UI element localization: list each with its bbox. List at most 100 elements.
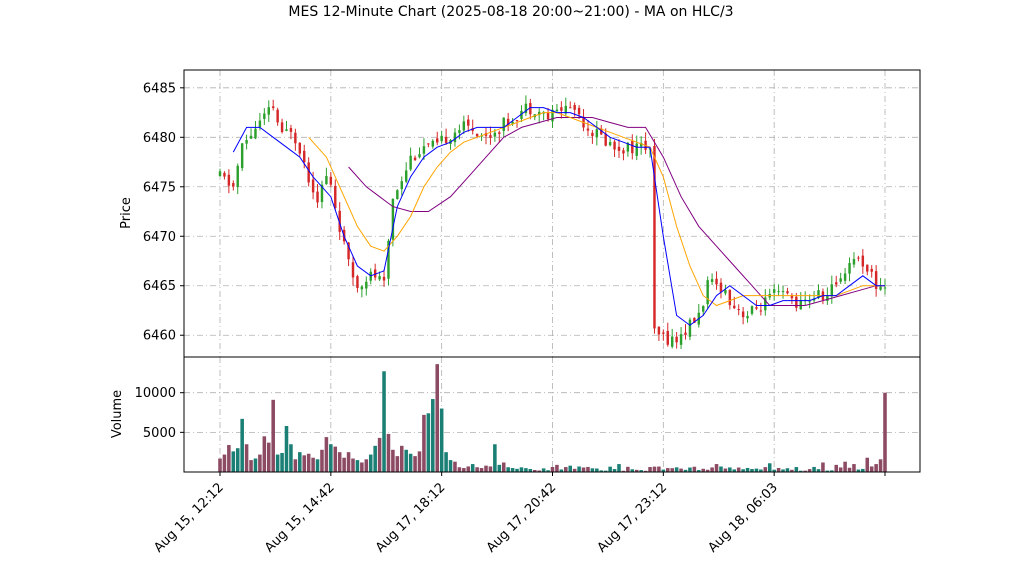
volume-bar — [838, 467, 843, 472]
price-tick-label: 6470 — [143, 230, 176, 245]
volume-bar — [497, 464, 502, 472]
volume-bar — [626, 466, 630, 472]
candle-body — [422, 146, 426, 154]
volume-bar — [617, 464, 621, 472]
volume-bar — [364, 459, 369, 472]
volume-bar — [843, 461, 847, 472]
volume-bar — [329, 444, 333, 472]
candle-body — [311, 179, 315, 193]
candle-body — [263, 113, 266, 119]
candle-body — [586, 128, 590, 131]
candle-body — [245, 140, 248, 144]
candle-body — [839, 278, 842, 282]
volume-bar — [590, 468, 595, 472]
volume-bar — [745, 467, 750, 472]
candle-body — [702, 306, 705, 312]
volume-bar — [435, 364, 440, 472]
candle-body — [254, 128, 257, 139]
volume-bar — [652, 466, 657, 472]
volume-bar — [577, 466, 581, 472]
candle-body — [227, 174, 231, 186]
candle-body — [489, 135, 492, 138]
candle-body — [595, 129, 599, 138]
volume-bar — [426, 413, 431, 472]
candle-body — [835, 282, 838, 285]
volume-bar — [488, 466, 493, 472]
candle-body — [737, 309, 740, 311]
volume-bar — [293, 459, 298, 472]
candle-body — [684, 332, 687, 336]
price-tick-label: 6465 — [143, 279, 176, 294]
candle-body — [759, 310, 763, 312]
price-tick-label: 6480 — [143, 131, 176, 146]
volume-bar — [404, 449, 408, 472]
volume-bar — [240, 418, 244, 472]
candle-body — [883, 287, 887, 289]
volume-bar — [550, 466, 555, 472]
candle-body — [577, 107, 581, 115]
candle-body — [706, 280, 709, 305]
candle-body — [413, 157, 417, 161]
candle-body — [232, 183, 235, 187]
candle-body — [719, 282, 723, 293]
candle-body — [298, 142, 302, 154]
candle-body — [285, 129, 288, 131]
candle-body — [617, 146, 621, 151]
candle-body — [688, 319, 692, 337]
volume-bar — [555, 464, 559, 472]
volume-bar — [785, 468, 790, 472]
volume-bar — [399, 445, 404, 472]
candle-body — [453, 132, 457, 143]
time-tick-label: Aug 15, 12:12 — [151, 480, 227, 556]
volume-grid — [184, 357, 920, 472]
time-tick-label: Aug 18, 06:03 — [705, 480, 781, 556]
volume-bar — [466, 466, 471, 472]
volume-bar — [266, 442, 271, 472]
candle-body — [560, 107, 563, 111]
volume-bar — [444, 452, 448, 472]
candle-body — [662, 332, 665, 334]
volume-bar — [665, 468, 670, 472]
candle-body — [591, 132, 594, 137]
candle-body — [271, 106, 275, 108]
candle-body — [258, 120, 262, 128]
candle-body — [879, 286, 882, 290]
time-tick-label: Aug 17, 18:12 — [373, 480, 449, 556]
candle-body — [378, 276, 381, 280]
candle-body — [458, 130, 461, 133]
volume-bar — [657, 466, 661, 472]
candle-body — [746, 316, 749, 319]
candle-body — [396, 190, 399, 200]
volume-bar — [648, 467, 652, 472]
candle-body — [418, 154, 421, 158]
volume-bar — [674, 467, 679, 472]
volume-bar — [284, 426, 289, 472]
candle-body — [795, 296, 798, 308]
candle-body — [334, 185, 337, 209]
candle-body — [781, 291, 785, 293]
candle-body — [409, 155, 412, 170]
candle-body — [404, 170, 408, 182]
volume-bar — [244, 444, 249, 472]
price-tick-label: 6485 — [143, 81, 176, 96]
volume-bar — [235, 448, 240, 472]
time-tick-label: Aug 17, 20:42 — [484, 480, 560, 556]
candle-body — [316, 191, 319, 203]
volume-bar — [280, 452, 284, 472]
volume-bar — [754, 468, 759, 472]
volume-bar — [883, 392, 887, 472]
volume-bar — [222, 454, 227, 472]
volume-bar — [608, 466, 612, 472]
volume-bar — [462, 468, 466, 472]
volume-bar — [794, 467, 799, 472]
candle-body — [365, 281, 368, 289]
volume-bar — [595, 468, 599, 472]
volume-bar — [391, 449, 395, 472]
candle-body — [436, 138, 439, 143]
price-axis-ticks: 6460 6465 6470 6475 6480 6485 — [143, 81, 184, 344]
candle-body — [808, 301, 811, 303]
volume-bar — [710, 467, 714, 472]
volume-bar — [501, 462, 506, 472]
volume-bar — [320, 449, 324, 472]
volume-bar — [448, 460, 453, 472]
